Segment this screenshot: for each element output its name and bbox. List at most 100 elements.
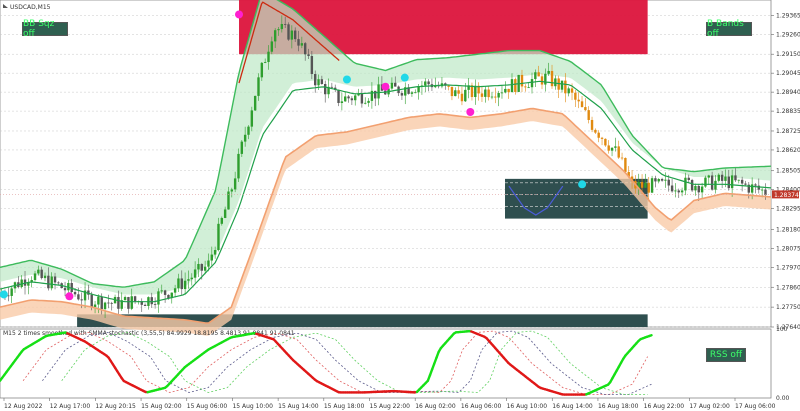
candle-body [90,294,93,308]
candle-body [670,185,674,192]
oscillator-main-line [648,334,653,338]
y-tick-label: 1.29365 [776,12,800,19]
y-tick-label: 1.28725 [776,128,800,135]
osc-y-tick-label: 0.00 [776,395,790,402]
candle-body [307,54,310,57]
candle-body [574,92,577,100]
chart-window: 1.29365 1.29260 1.29150 1.29045 1.28940 1.288… [0,0,800,411]
candle-body [410,92,414,94]
candle-body [153,304,157,305]
candle-body [133,296,137,302]
rss-button[interactable]: RSS off [706,348,746,362]
candle-body [40,269,43,279]
candle-body [70,282,73,293]
candle-body [223,209,227,218]
candle-body [123,297,127,301]
candle-body [150,297,153,305]
candle-body [360,93,364,104]
candle-body [97,296,100,305]
candle-body [103,302,107,310]
x-tick-label: 15 Aug 10:00 [232,403,273,410]
candle-body [263,62,267,63]
candle-body [330,86,334,88]
candle-body [160,290,163,292]
bb-sqz-button[interactable]: BB Sqz off [22,19,68,39]
candle-body [290,30,294,40]
x-tick-label: 16 Aug 10:00 [507,403,548,410]
candle-body [727,176,730,189]
candle-body [694,185,697,191]
candle-body [394,82,397,87]
candle-body [700,186,704,193]
candle-body [157,291,160,305]
candle-body [73,292,77,295]
candle-body [190,277,193,280]
candle-body [344,96,347,102]
candle-body [280,23,284,30]
candle-body [504,88,507,93]
candle-body [210,254,213,261]
candle-body [237,153,240,179]
b-bands-button[interactable]: B Bands off [706,19,752,39]
candle-body [77,294,80,300]
candle-body [584,107,587,111]
candle-body [37,269,40,274]
candle-body [620,157,624,159]
candle-body [674,190,677,192]
candle-body [507,88,510,93]
candle-body [197,263,200,270]
candle-body [580,101,584,108]
candle-body [457,90,460,94]
chart-svg[interactable]: 1.29365 1.29260 1.29150 1.29045 1.28940 1.288… [0,0,800,411]
y-tick-label: 1.27860 [776,284,800,291]
candle-body [230,189,234,192]
x-tick-label: 16 Aug 06:00 [461,403,502,410]
candle-body [617,146,620,158]
x-tick-label: 16 Aug 18:00 [598,403,639,410]
candle-body [707,175,710,178]
x-tick-label: 16 Aug 14:00 [552,403,593,410]
candle-body [704,177,707,187]
candle-body [657,179,660,182]
candle-body [303,43,307,55]
candle-body [654,178,657,182]
candle-body [243,134,247,142]
candle-body [697,185,700,193]
candle-body [737,179,740,181]
candle-body [607,145,610,151]
candle-body [163,290,167,295]
y-tick-label: 1.28180 [776,226,800,233]
candle-body [614,146,617,148]
candle-body [710,175,714,190]
candle-body [560,80,564,90]
y-tick-label: 1.29045 [776,70,800,77]
candle-body [93,304,97,308]
candle-body [740,179,744,184]
candle-body [604,138,607,146]
candle-body [714,180,717,190]
candle-body [47,275,50,289]
candle-body [717,174,720,181]
candle-body [667,179,670,186]
candle-body [180,278,183,290]
current-price-label: 1.28374 [774,192,799,199]
candle-body [454,90,457,97]
y-tick-label: 1.28295 [776,206,800,213]
candle-body [447,85,450,87]
candle-body [233,178,237,190]
candle-body [554,78,557,87]
x-tick-label: 15 Aug 22:00 [370,403,411,410]
candle-body [107,302,110,304]
x-tick-label: 12 Aug 17:00 [50,403,91,410]
candle-body [50,276,53,289]
candle-body [390,82,394,89]
buy-signal-dot [400,73,409,82]
candle-body [130,296,133,309]
candle-body [267,51,270,63]
candle-body [664,179,667,181]
candle-body [337,89,340,103]
candle-body [640,181,644,188]
candle-body [200,263,203,271]
candle-body [720,174,724,181]
candle-body [687,177,690,180]
